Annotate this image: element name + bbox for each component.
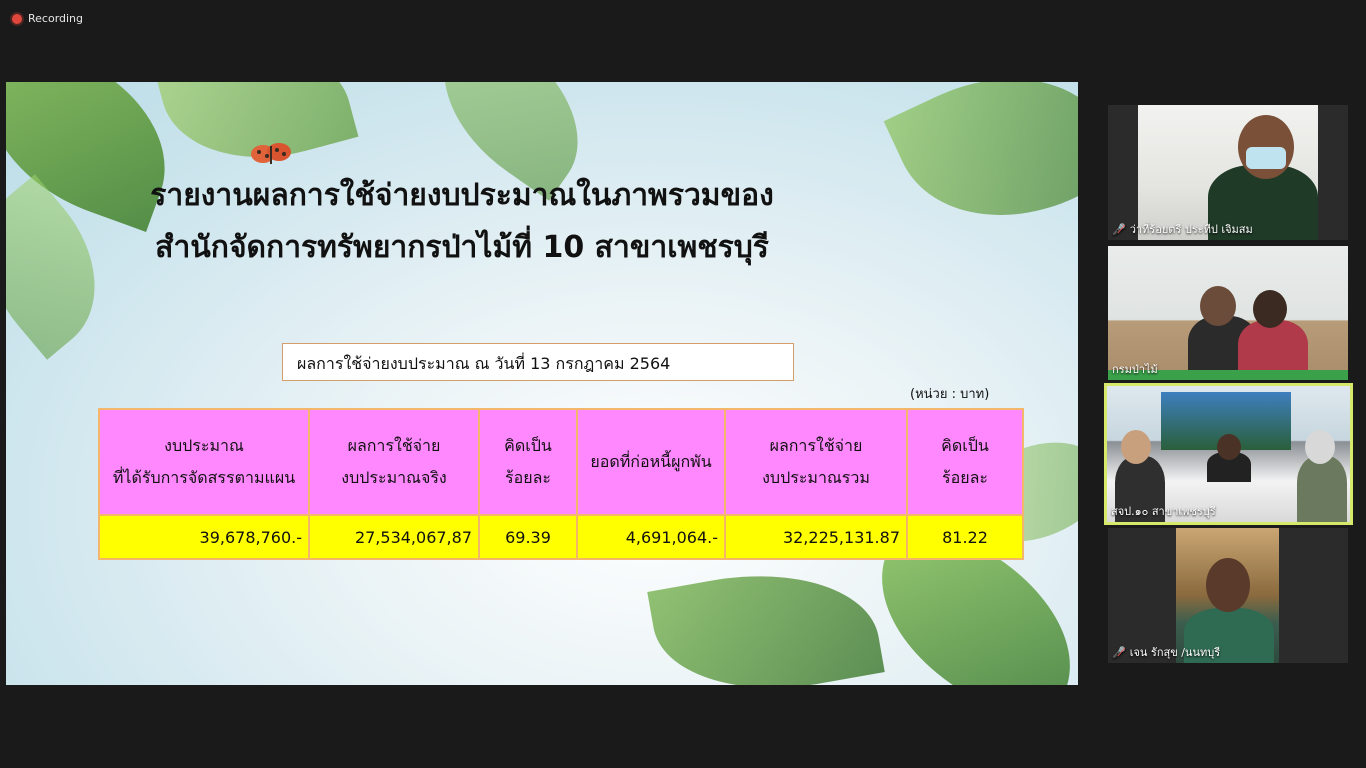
leaf-decoration: [647, 553, 885, 685]
participant-video-tile-active[interactable]: สจป.๑๐ สาขาเพชรบุรี: [1104, 383, 1353, 525]
report-date-box: ผลการใช้จ่ายงบประมาณ ณ วันที่ 13 กรกฎาคม…: [282, 343, 794, 381]
participant-video-tile[interactable]: 🎤̸ ว่าที่ร้อยตรี ประทีป เจิมสม: [1108, 105, 1348, 240]
recording-indicator[interactable]: Recording: [12, 12, 83, 25]
slide-title-line1: รายงานผลการใช้จ่ายงบประมาณในภาพรวมของ: [150, 178, 774, 213]
cell-percent-1: 69.39: [478, 514, 578, 560]
person-head: [1217, 434, 1241, 460]
person-head: [1200, 286, 1236, 326]
header-total-spending: ผลการใช้จ่าย งบประมาณรวม: [724, 408, 908, 516]
cell-committed-amount: 4,691,064.-: [576, 514, 726, 560]
shared-screen-slide: รายงานผลการใช้จ่ายงบประมาณในภาพรวมของ สำ…: [6, 82, 1078, 685]
slide-title-line2: สำนักจัดการทรัพยากรป่าไม้ที่ 10 สาขาเพชร…: [155, 230, 769, 265]
participant-name-label: 🎤̸ เจน รักสุข /นนทบุรี: [1112, 645, 1221, 660]
cell-total-spending: 32,225,131.87: [724, 514, 908, 560]
header-allocated-budget: งบประมาณ ที่ได้รับการจัดสรรตามแผน: [98, 408, 310, 516]
participant-name-label: กรมป่าไม้: [1112, 363, 1158, 376]
cell-allocated-budget: 39,678,760.-: [98, 514, 310, 560]
participant-name-label: สจป.๑๐ สาขาเพชรบุรี: [1111, 505, 1216, 518]
person-head: [1206, 558, 1250, 612]
person-head: [1253, 290, 1287, 328]
recording-label: Recording: [28, 12, 84, 25]
table-row: 39,678,760.- 27,534,067,87 69.39 4,691,0…: [98, 514, 1024, 560]
person-head: [1121, 430, 1151, 464]
participant-name-label: 🎤̸ ว่าที่ร้อยตรี ประทีป เจิมสม: [1112, 222, 1253, 237]
header-percent-2: คิดเป็น ร้อยละ: [906, 408, 1024, 516]
cell-percent-2: 81.22: [906, 514, 1024, 560]
mic-off-icon: 🎤̸: [1112, 222, 1126, 236]
participant-video-tile[interactable]: กรมป่าไม้: [1108, 246, 1348, 380]
header-actual-spending: ผลการใช้จ่าย งบประมาณจริง: [308, 408, 480, 516]
butterfly-icon: [251, 143, 291, 164]
header-committed-amount: ยอดที่ก่อหนี้ผูกพัน: [576, 408, 726, 516]
person-body: [1297, 456, 1347, 522]
budget-table: งบประมาณ ที่ได้รับการจัดสรรตามแผน ผลการใช…: [98, 408, 1024, 560]
header-percent-1: คิดเป็น ร้อยละ: [478, 408, 578, 516]
participant-video-tile[interactable]: 🎤̸ เจน รักสุข /นนทบุรี: [1108, 528, 1348, 663]
table-header-row: งบประมาณ ที่ได้รับการจัดสรรตามแผน ผลการใช…: [98, 408, 1024, 516]
cell-actual-spending: 27,534,067,87: [308, 514, 480, 560]
face-mask: [1246, 147, 1286, 169]
person-head: [1305, 430, 1335, 464]
unit-label: (หน่วย : บาท): [910, 387, 990, 402]
mic-off-icon: 🎤̸: [1112, 645, 1126, 659]
recording-dot-icon: [12, 13, 22, 24]
